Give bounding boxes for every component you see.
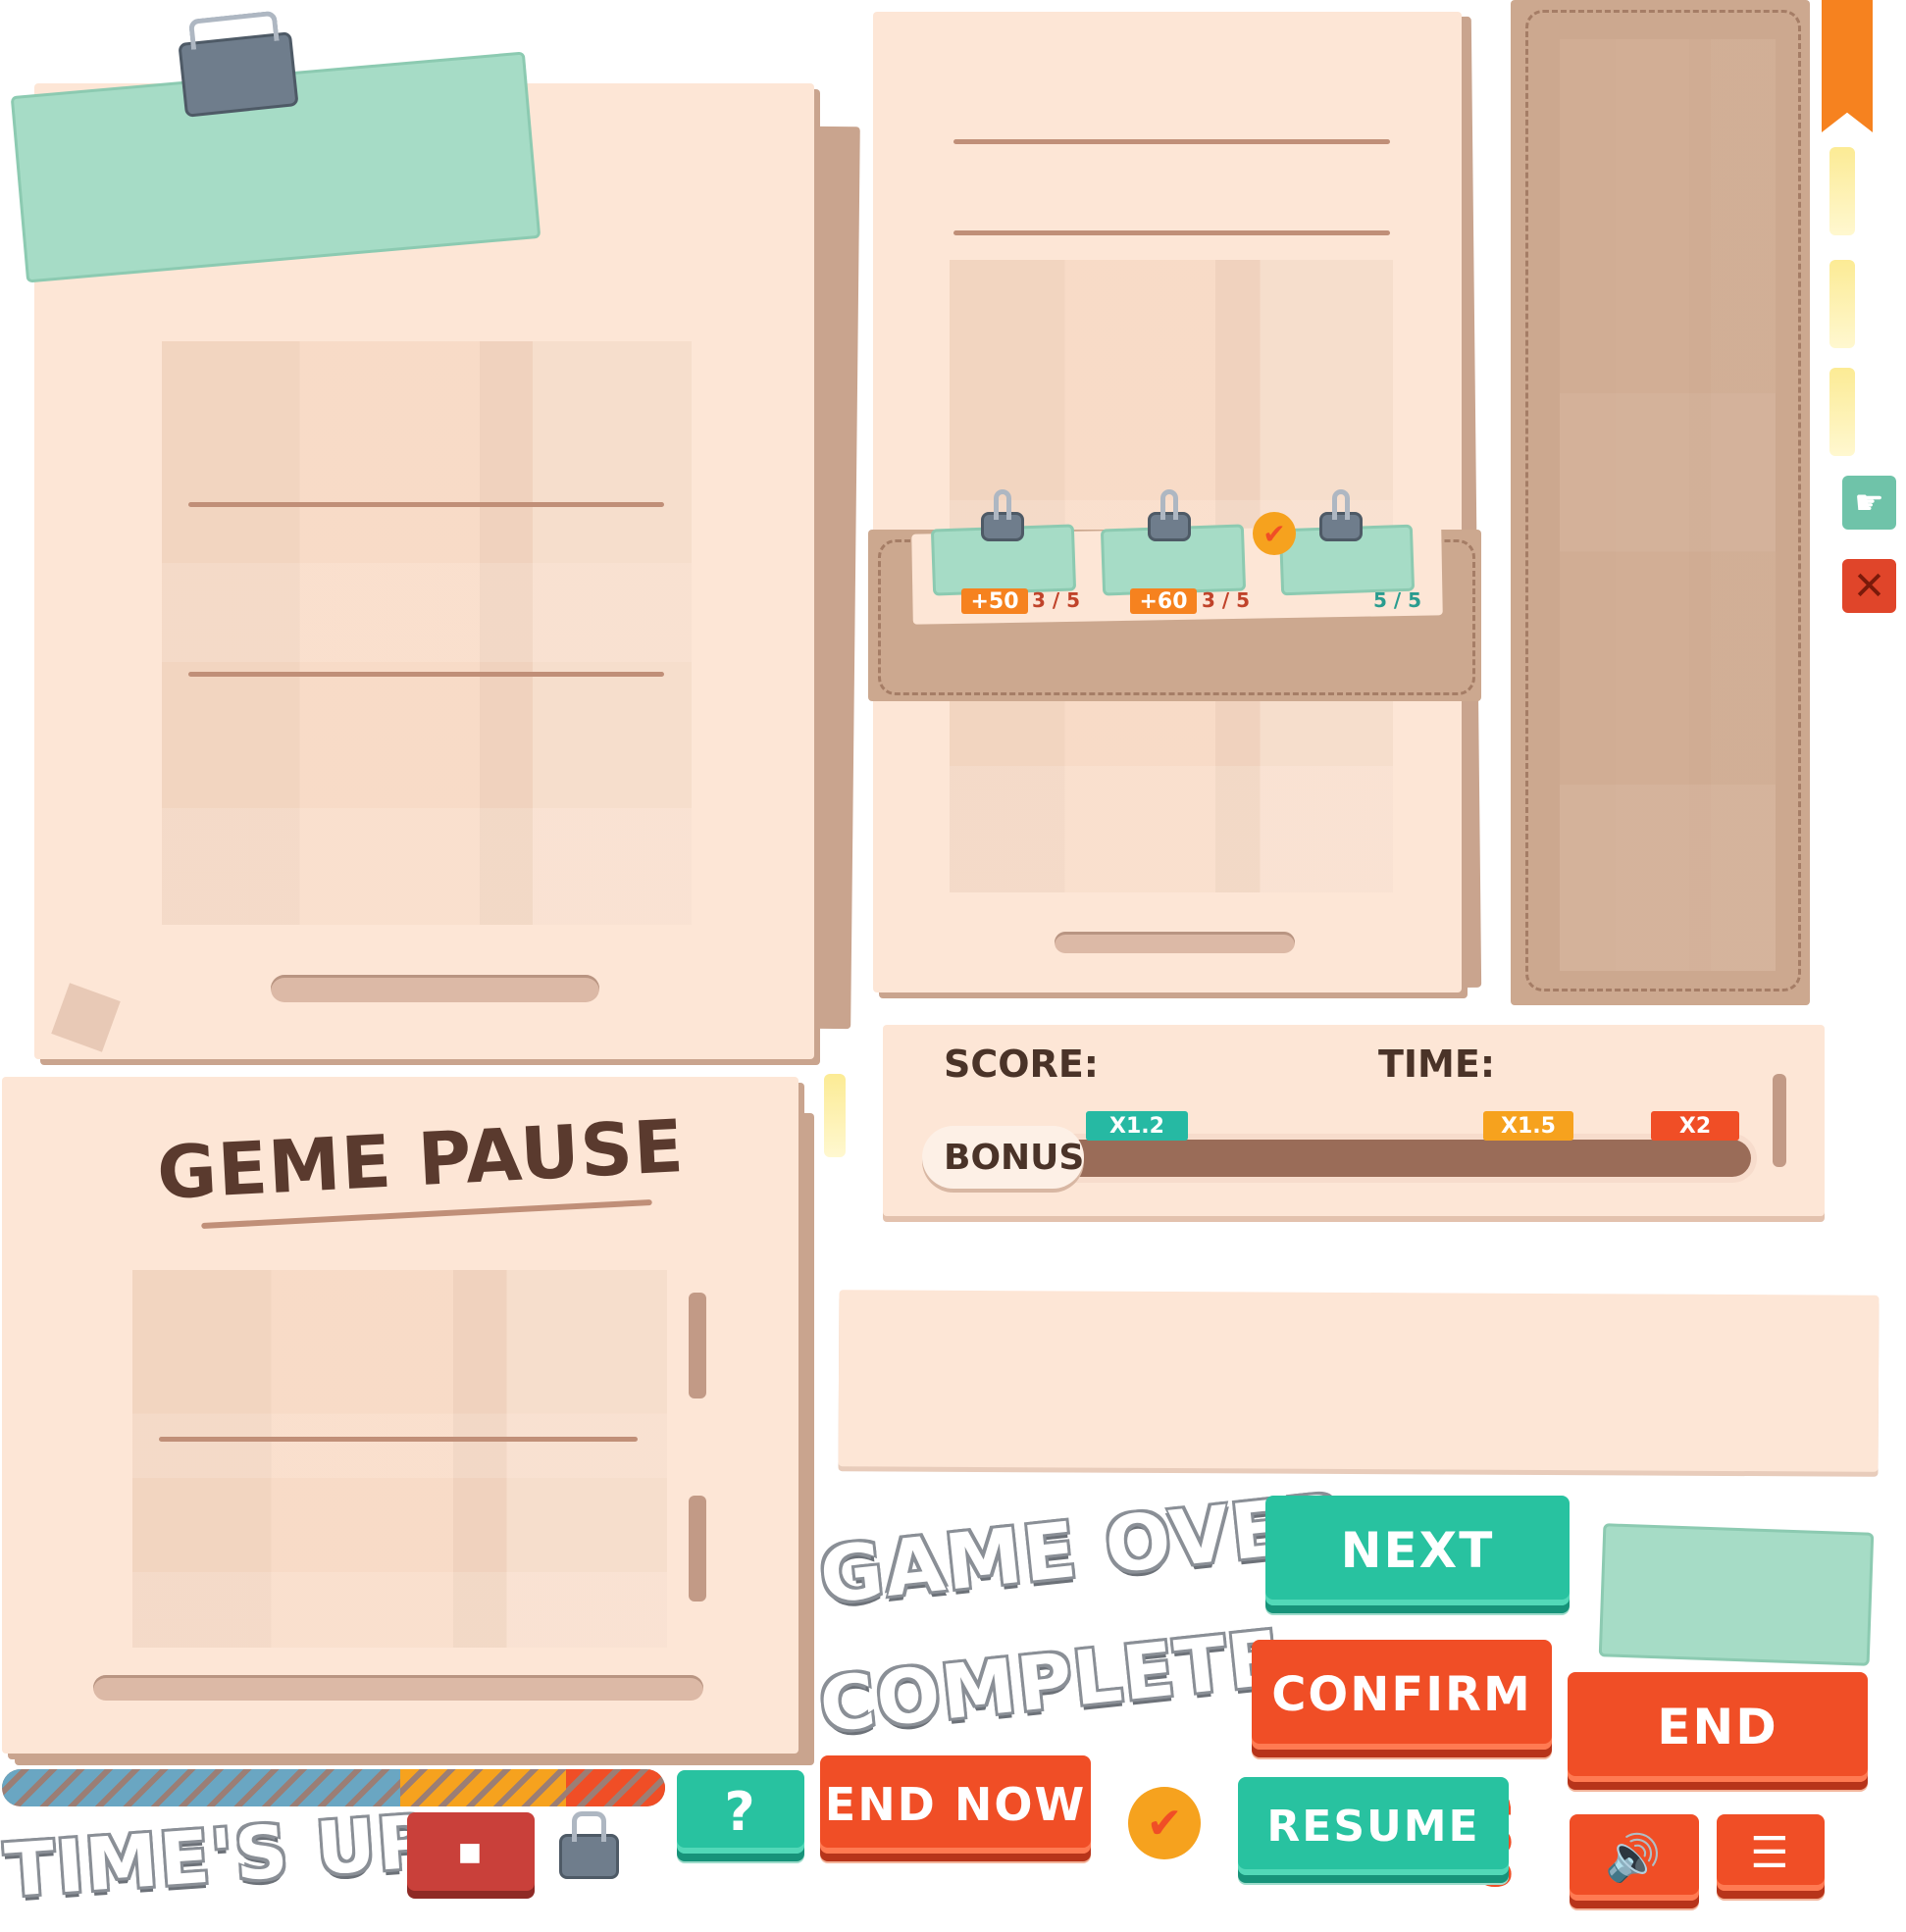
binder-clip-icon — [981, 489, 1024, 541]
bonus-progress-track — [1030, 1140, 1751, 1177]
blank-banner — [838, 1290, 1880, 1472]
next-button[interactable]: NEXT — [1265, 1496, 1570, 1605]
sparkle-icon — [1829, 260, 1855, 348]
help-button[interactable]: ? — [677, 1770, 804, 1854]
binder-clip-icon — [178, 31, 299, 118]
stop-icon: ⏹ — [459, 1826, 483, 1877]
blurred-content-area — [1560, 39, 1776, 971]
confirm-button[interactable]: CONFIRM — [1252, 1640, 1552, 1750]
times-up-text: TIME'S UP — [2, 1799, 436, 1914]
timer-progress-bar — [2, 1769, 665, 1806]
multiplier-x1-5: X1.5 — [1483, 1111, 1573, 1141]
binder-clip-icon — [1319, 489, 1363, 541]
reward-card-1-progress: 3 / 5 — [1032, 588, 1081, 612]
bottom-slot-bar — [271, 975, 599, 1002]
checkmark-medal-icon: ✔ — [1128, 1787, 1201, 1859]
divider-line — [159, 1437, 638, 1442]
sparkle-icon — [1829, 368, 1855, 456]
bottom-slot-bar — [1055, 932, 1295, 953]
menu-icon: ☰ — [1750, 1827, 1791, 1878]
menu-button[interactable]: ☰ — [1717, 1814, 1825, 1891]
close-x-icon: ✕ — [1842, 559, 1896, 613]
bottom-slot-bar — [93, 1675, 703, 1701]
ribbon-bookmark-icon — [1822, 0, 1873, 132]
reward-card-3-progress: 5 / 5 — [1373, 588, 1422, 612]
timer-segment — [2, 1769, 400, 1806]
time-label: TIME: — [1378, 1042, 1496, 1086]
blurred-content-area — [132, 1270, 667, 1648]
end-now-button[interactable]: END NOW — [820, 1755, 1091, 1854]
pointer-hand-icon: ☛ — [1842, 476, 1896, 530]
multiplier-x2: X2 — [1651, 1111, 1739, 1141]
complete-text: COMPLETE — [815, 1613, 1286, 1750]
stop-button[interactable]: ⏹ — [407, 1812, 535, 1891]
divider-line — [188, 502, 664, 507]
reward-card-2-progress: 3 / 5 — [1202, 588, 1251, 612]
reward-card-1-bonus: +50 — [961, 588, 1028, 614]
divider-line — [953, 230, 1390, 235]
divider-line — [188, 672, 664, 677]
multiplier-x1-2: X1.2 — [1086, 1111, 1188, 1141]
scroll-slot — [689, 1496, 706, 1602]
divider-line — [953, 139, 1390, 144]
speaker-icon: 🔊 — [1605, 1830, 1664, 1884]
sparkle-icon — [824, 1074, 846, 1157]
score-label: SCORE: — [944, 1042, 1099, 1086]
binder-clip-icon — [559, 1811, 619, 1879]
timer-segment — [399, 1769, 566, 1806]
bonus-label: BONUS — [944, 1138, 1085, 1178]
reward-card-2-bonus: +60 — [1130, 588, 1197, 614]
scroll-slot — [1773, 1074, 1786, 1167]
sparkle-icon — [1829, 147, 1855, 235]
green-tape-label — [1598, 1523, 1875, 1666]
end-button[interactable]: END — [1568, 1672, 1868, 1782]
binder-clip-icon — [1148, 489, 1191, 541]
scroll-slot — [689, 1293, 706, 1398]
resume-button[interactable]: RESUME — [1238, 1777, 1509, 1875]
sound-button[interactable]: 🔊 — [1570, 1814, 1699, 1901]
checkmark-medal-icon: ✔ — [1253, 512, 1296, 555]
blurred-content-area — [162, 341, 692, 925]
timer-segment — [565, 1769, 665, 1806]
question-icon: ? — [724, 1781, 757, 1843]
